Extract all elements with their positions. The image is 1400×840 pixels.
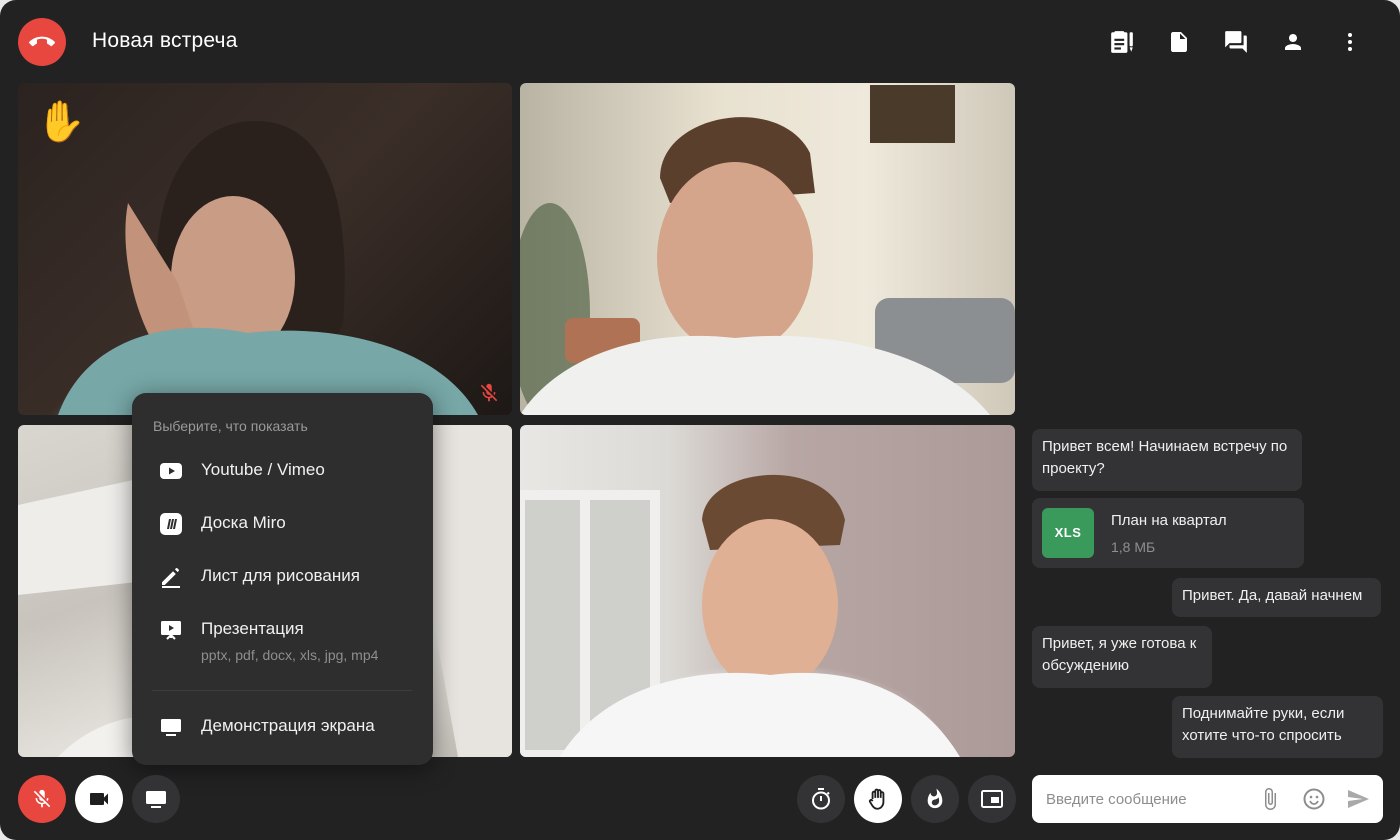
raise-hand-button[interactable] — [854, 775, 902, 823]
more-button[interactable] — [1321, 26, 1378, 58]
camera-toggle-button[interactable] — [75, 775, 123, 823]
mic-toggle-button[interactable] — [18, 775, 66, 823]
phone-hangup-icon — [29, 36, 55, 47]
picture-in-picture-button[interactable] — [968, 775, 1016, 823]
participant-2-silhouette — [520, 85, 1015, 415]
chat-composer — [1032, 775, 1383, 823]
share-drawing-item[interactable]: Лист для рисования — [132, 554, 433, 598]
share-youtube-label: Youtube / Vimeo — [201, 460, 325, 479]
participant-4-silhouette — [520, 474, 960, 757]
fire-icon — [927, 788, 943, 809]
raised-hand-emoji-icon: ✋ — [36, 100, 86, 144]
header-toolbar — [1093, 26, 1378, 58]
document-button[interactable] — [1150, 26, 1207, 58]
chat-file-attachment[interactable]: XLS План на квартал 1,8 МБ — [1032, 498, 1304, 568]
attach-button[interactable] — [1258, 787, 1282, 811]
presentation-icon — [159, 618, 183, 642]
picture-in-picture-icon — [981, 790, 1003, 808]
chat-message: Привет, я уже готова к обсуждению — [1032, 626, 1212, 688]
meeting-title: Новая встреча — [92, 29, 238, 52]
share-menu-heading: Выберите, что показать — [153, 418, 308, 434]
share-content-menu: Выберите, что показать Youtube / Vimeo Д… — [132, 393, 433, 765]
more-icon — [1347, 33, 1352, 51]
document-icon — [1170, 32, 1187, 52]
tasks-icon — [1110, 31, 1133, 53]
share-presentation-formats: pptx, pdf, docx, xls, jpg, mp4 — [201, 647, 379, 663]
chat-message: Привет всем! Начинаем встречу по проекту… — [1032, 429, 1302, 491]
message-input[interactable] — [1032, 775, 1247, 823]
share-miro-label: Доска Miro — [201, 513, 286, 532]
file-size: 1,8 МБ — [1111, 539, 1156, 555]
hang-up-button[interactable] — [18, 18, 66, 66]
raise-hand-icon — [868, 788, 885, 810]
tasks-button[interactable] — [1093, 26, 1150, 58]
reactions-button[interactable] — [911, 775, 959, 823]
timer-icon — [812, 788, 830, 810]
smiley-icon — [1303, 788, 1325, 810]
file-name: План на квартал — [1111, 512, 1227, 529]
screen-share-icon — [146, 791, 166, 808]
miro-icon — [159, 512, 183, 536]
emoji-button[interactable] — [1302, 787, 1326, 811]
mic-off-icon — [33, 789, 51, 808]
timer-button[interactable] — [797, 775, 845, 823]
video-call-app: Новая встреча ✋ Выберите, что показать Y… — [0, 0, 1400, 840]
monitor-icon — [159, 715, 183, 739]
youtube-icon — [159, 459, 183, 483]
chat-button[interactable] — [1207, 26, 1264, 58]
pencil-icon — [159, 565, 183, 589]
participant-video-4[interactable] — [520, 425, 1015, 757]
share-menu-divider — [152, 690, 412, 691]
send-icon — [1348, 790, 1369, 808]
share-screen-label: Демонстрация экрана — [201, 716, 375, 735]
participant-video-1[interactable] — [18, 83, 512, 415]
participant-video-2[interactable] — [520, 83, 1015, 415]
share-drawing-label: Лист для рисования — [201, 566, 360, 585]
muted-mic-icon — [480, 383, 498, 402]
send-button[interactable] — [1346, 787, 1370, 811]
paperclip-icon — [1265, 788, 1276, 810]
share-screen-item[interactable]: Демонстрация экрана — [132, 704, 433, 748]
share-presentation-item[interactable]: Презентация pptx, pdf, docx, xls, jpg, m… — [132, 607, 433, 667]
participants-icon — [1284, 34, 1301, 50]
share-presentation-label: Презентация — [201, 619, 304, 638]
share-miro-item[interactable]: Доска Miro — [132, 501, 433, 545]
chat-message: Поднимайте руки, если хотите что-то спро… — [1172, 696, 1383, 758]
share-youtube-item[interactable]: Youtube / Vimeo — [132, 448, 433, 492]
xls-file-icon: XLS — [1042, 508, 1094, 558]
chat-icon — [1224, 31, 1247, 53]
chat-message: Привет. Да, давай начнем — [1172, 578, 1381, 617]
screen-share-button[interactable] — [132, 775, 180, 823]
participants-button[interactable] — [1264, 26, 1321, 58]
participant-1-silhouette — [58, 120, 478, 415]
camera-icon — [90, 793, 108, 805]
